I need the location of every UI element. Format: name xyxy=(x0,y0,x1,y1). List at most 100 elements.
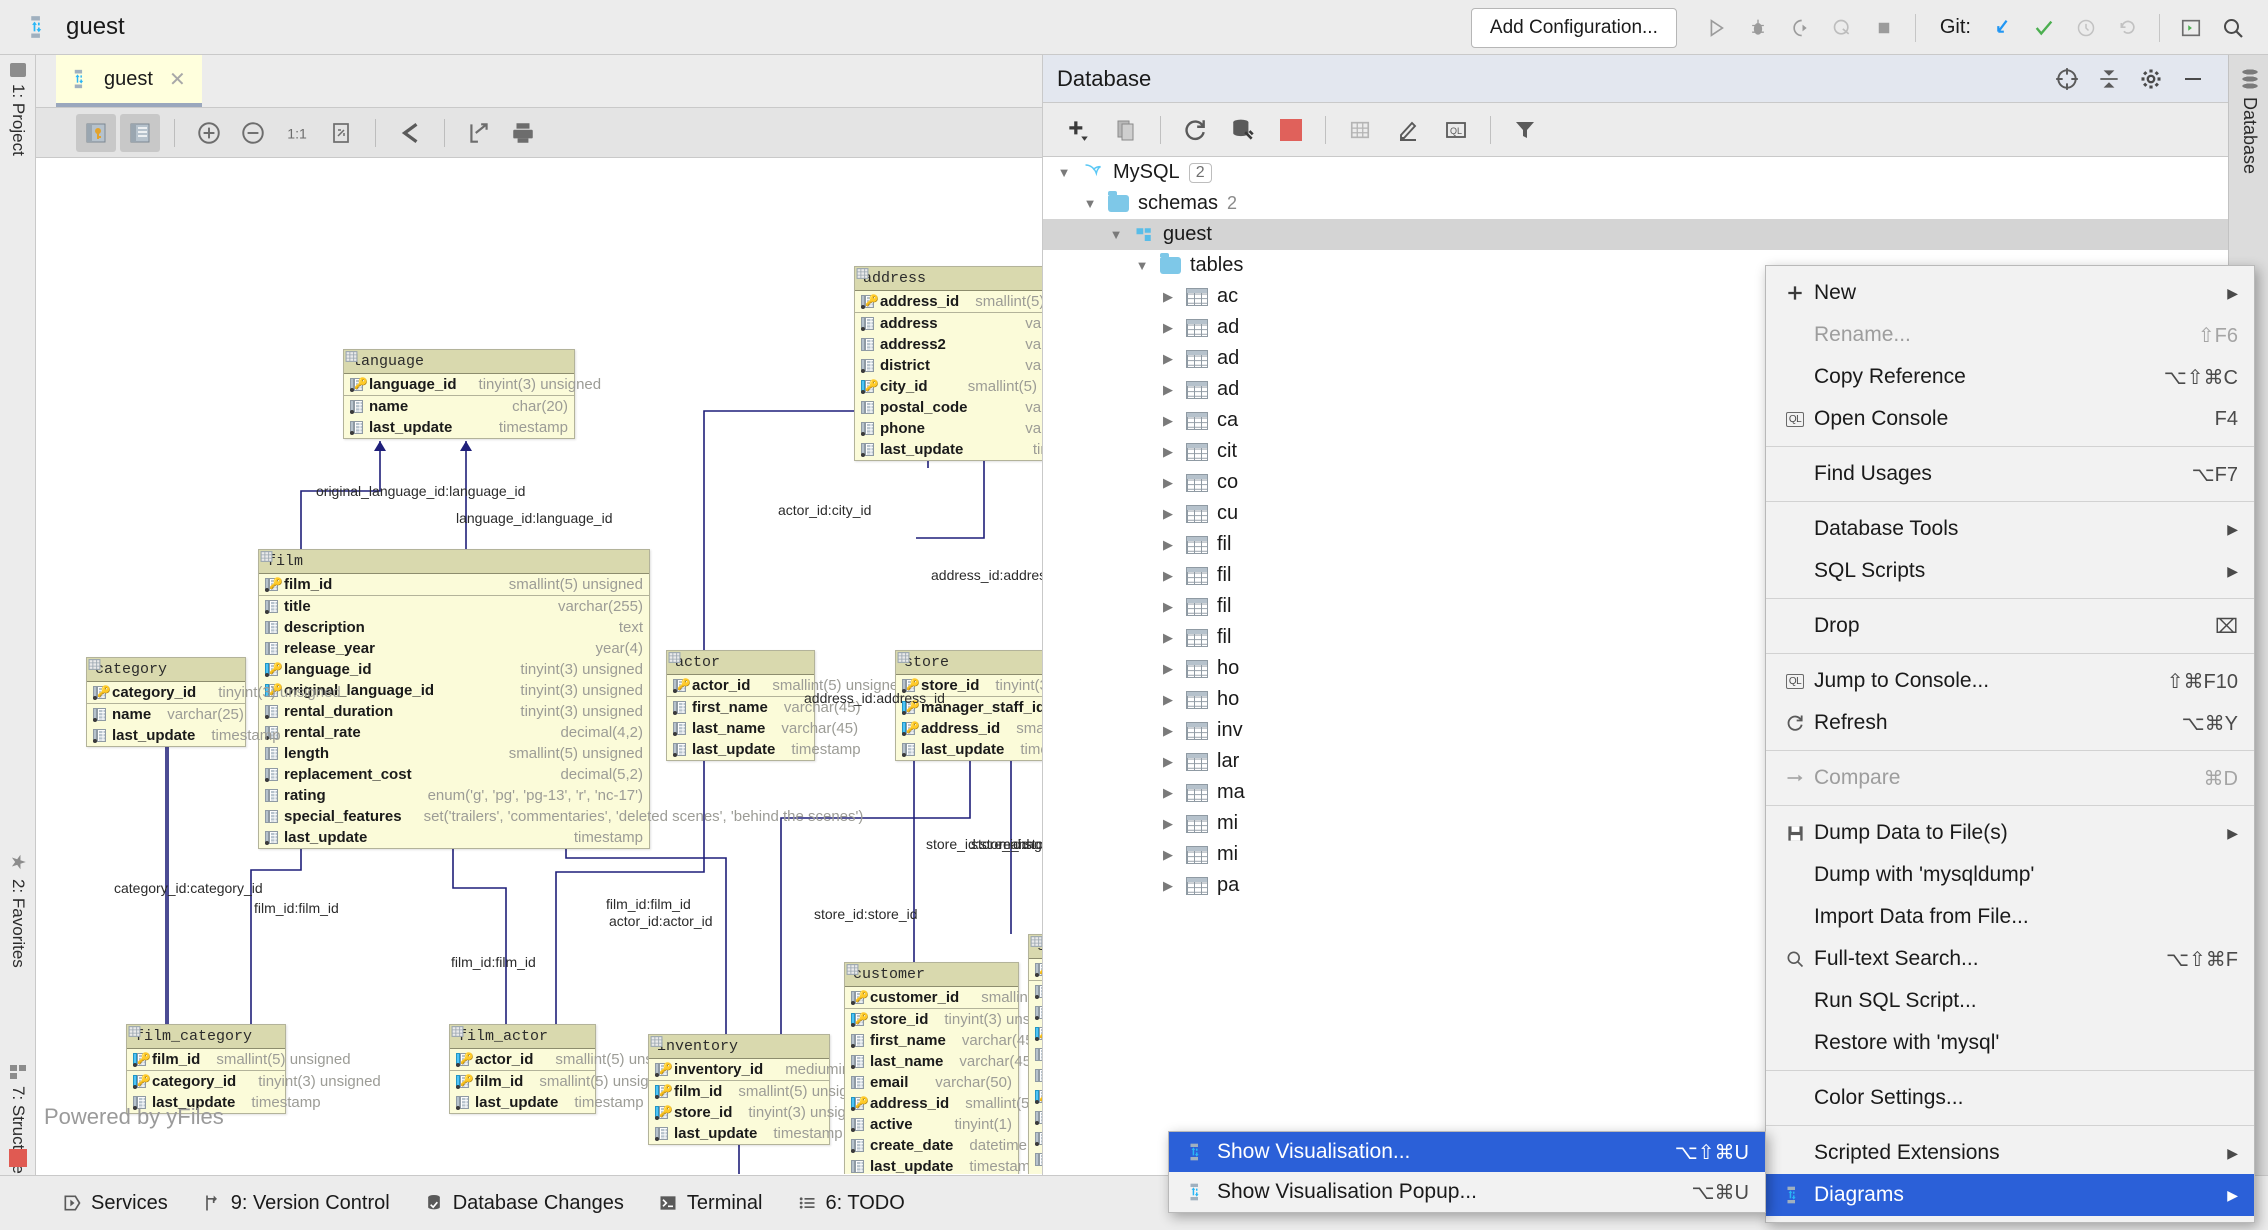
open-terminal-icon[interactable] xyxy=(2170,7,2212,49)
twisty-icon[interactable]: ▶ xyxy=(1159,599,1177,615)
er-column-row[interactable]: phone varchar(20) xyxy=(855,418,1042,439)
twisty-icon[interactable]: ▼ xyxy=(1133,258,1151,273)
menu-item-drop[interactable]: Drop ⌧ xyxy=(1766,605,2254,647)
er-column-row[interactable]: last_update timestamp xyxy=(649,1123,843,1144)
sidebar-item-database[interactable]: Database xyxy=(2239,69,2260,174)
er-column-row[interactable]: last_name varchar(45) xyxy=(667,718,858,739)
er-column-row[interactable]: description text xyxy=(259,617,649,638)
sidebar-item-project[interactable]: 1: Project xyxy=(0,63,36,156)
menu-item-find-usages[interactable]: Find Usages ⌥F7 xyxy=(1766,453,2254,495)
status-item-version-control[interactable]: 9: Version Control xyxy=(202,1192,390,1215)
status-item-database-changes[interactable]: Database Changes xyxy=(424,1192,624,1215)
debug-icon[interactable] xyxy=(1737,7,1779,49)
er-column-row[interactable]: 🔑store_idtinyint(3) unsigned xyxy=(845,1009,1042,1030)
sidebar-item-favorites[interactable]: ★ 2: Favorites xyxy=(0,850,36,968)
menu-item-full-text-search[interactable]: Full-text Search... ⌥⇧⌘F xyxy=(1766,938,2254,980)
er-column-row[interactable]: last_update timestamp xyxy=(87,725,281,746)
er-column-row[interactable]: email varchar(50) xyxy=(845,1072,1018,1093)
er-column-row[interactable]: address2 varchar(50) xyxy=(855,334,1042,355)
er-column-row[interactable]: rating enum('g', 'pg', 'pg-13', 'r', 'nc-… xyxy=(259,785,649,806)
er-column-row[interactable]: 🔑sta xyxy=(1029,959,1042,981)
er-column-row[interactable]: postal_code varchar(10) xyxy=(855,397,1042,418)
er-table-film_actor[interactable]: film_actor 🔑 actor_id smallint(5) unsigned 🔑… xyxy=(449,1024,690,1114)
er-column-row[interactable]: 🔑city_id smallint(5) unsigned xyxy=(855,376,1042,397)
gear-icon[interactable] xyxy=(2130,58,2172,100)
twisty-icon[interactable]: ▶ xyxy=(1159,537,1177,553)
twisty-icon[interactable]: ▶ xyxy=(1159,475,1177,491)
er-column-row[interactable]: 🔑address_idsmallint(5) unsigned xyxy=(845,1093,1042,1114)
er-column-row[interactable]: 🔑 actor_id smallint(5) unsigned xyxy=(667,675,907,697)
twisty-icon[interactable]: ▶ xyxy=(1159,661,1177,677)
er-column-row[interactable]: last_update timest xyxy=(896,739,1042,760)
er-column-row[interactable]: 🔑 film_id smallint(5) unsigned xyxy=(649,1081,873,1102)
er-column-row[interactable]: last_update timestamp xyxy=(259,827,649,848)
er-table-language[interactable]: language 🔑 language_id tinyint(3) unsigned n… xyxy=(343,349,601,439)
menu-item-refresh[interactable]: Refresh ⌥⌘Y xyxy=(1766,702,2254,744)
er-column-row[interactable]: special_features set('trailers', 'comment… xyxy=(259,806,863,827)
twisty-icon[interactable]: ▼ xyxy=(1081,196,1099,211)
twisty-icon[interactable]: ▶ xyxy=(1159,785,1177,801)
tree-node-MySQL[interactable]: ▼ MySQL 2 xyxy=(1043,157,2228,188)
er-column-row[interactable]: 🔑customer_idsmallint(5) unsigned xyxy=(845,987,1042,1009)
menu-item-dump-with-mysqldump[interactable]: Dump with 'mysqldump' xyxy=(1766,854,2254,896)
er-column-row[interactable]: 🔑 film_id smallint(5) unsigned xyxy=(127,1049,351,1071)
git-commit-icon[interactable] xyxy=(2023,7,2065,49)
er-column-row[interactable]: use xyxy=(1029,1128,1042,1149)
run-with-coverage-icon[interactable] xyxy=(1779,7,1821,49)
er-column-row[interactable]: 🔑 language_id tinyint(3) unsigned xyxy=(344,374,601,396)
print-diagram-button[interactable] xyxy=(503,114,543,152)
er-table-actor[interactable]: actor 🔑 actor_id smallint(5) unsigned first_… xyxy=(666,650,907,761)
er-column-row[interactable]: 🔑store_idtinyint(3) unsigned xyxy=(649,1102,871,1123)
er-column-row[interactable]: act xyxy=(1029,1107,1042,1128)
twisty-icon[interactable]: ▼ xyxy=(1107,227,1125,242)
stop-icon[interactable] xyxy=(1863,7,1905,49)
status-item-services[interactable]: Services xyxy=(62,1192,168,1215)
twisty-icon[interactable]: ▶ xyxy=(1159,506,1177,522)
menu-item-run-sql-script[interactable]: Run SQL Script... xyxy=(1766,980,2254,1022)
twisty-icon[interactable]: ▶ xyxy=(1159,320,1177,336)
actual-size-button[interactable]: 1:1 xyxy=(277,114,317,152)
twisty-icon[interactable]: ▶ xyxy=(1159,878,1177,894)
er-column-row[interactable]: 🔑sto xyxy=(1029,1086,1042,1107)
er-column-row[interactable]: 🔑 category_id tinyint(3) unsigned xyxy=(127,1071,381,1092)
menu-item-diagrams[interactable]: Diagrams ▶ xyxy=(1766,1174,2254,1216)
stop-square-icon[interactable] xyxy=(1268,108,1314,152)
er-column-row[interactable]: active tinyint(1) xyxy=(845,1114,1018,1135)
refresh-icon[interactable] xyxy=(1172,108,1218,152)
pencil-icon[interactable] xyxy=(1385,108,1431,152)
copy-icon[interactable] xyxy=(1103,108,1149,152)
er-column-row[interactable]: 🔑address_idsmallint(5) unsigned xyxy=(855,291,1042,313)
twisty-icon[interactable]: ▶ xyxy=(1159,382,1177,398)
zoom-out-button[interactable] xyxy=(233,114,273,152)
crosshair-icon[interactable] xyxy=(2046,58,2088,100)
er-column-row[interactable]: rental_duration tinyint(3) unsigned xyxy=(259,701,649,722)
add-datasource-button[interactable] xyxy=(1055,108,1101,152)
er-column-row[interactable]: name char(20) xyxy=(344,396,574,417)
twisty-icon[interactable]: ▼ xyxy=(1055,165,1073,180)
search-everywhere-icon[interactable] xyxy=(2212,7,2254,49)
toggle-all-columns-button[interactable] xyxy=(120,113,160,152)
er-diagram-canvas[interactable]: language 🔑 language_id tinyint(3) unsigned n… xyxy=(36,158,1042,1174)
run-icon[interactable] xyxy=(1695,7,1737,49)
er-column-row[interactable]: length smallint(5) unsigned xyxy=(259,743,649,764)
zoom-in-button[interactable] xyxy=(189,114,229,152)
er-table-customer[interactable]: customer 🔑customer_idsmallint(5) unsigned… xyxy=(844,962,1042,1174)
er-column-row[interactable]: release_year year(4) xyxy=(259,638,649,659)
menu-item-sql-scripts[interactable]: SQL Scripts ▶ xyxy=(1766,550,2254,592)
status-item-terminal[interactable]: Terminal xyxy=(658,1192,763,1215)
er-column-row[interactable]: 🔑address_id smallint(5) unsig xyxy=(896,718,1042,739)
er-table-address[interactable]: address🔑address_idsmallint(5) unsignedad… xyxy=(854,266,1042,461)
er-column-row[interactable]: 🔑inventory_idmediumint(8) unsigned xyxy=(649,1059,938,1081)
menu-item-scripted-extensions[interactable]: Scripted Extensions ▶ xyxy=(1766,1132,2254,1174)
er-column-row[interactable]: 🔑 film_id smallint(5) unsigned xyxy=(450,1071,674,1092)
er-column-row[interactable]: las xyxy=(1029,1002,1042,1023)
er-column-row[interactable]: name varchar(25) xyxy=(87,704,245,725)
problems-indicator[interactable] xyxy=(9,1149,27,1167)
er-column-row[interactable]: last_name varchar(45) xyxy=(845,1051,1036,1072)
fit-content-button[interactable] xyxy=(321,114,361,152)
er-column-row[interactable]: em xyxy=(1029,1065,1042,1086)
twisty-icon[interactable]: ▶ xyxy=(1159,723,1177,739)
er-column-row[interactable]: las xyxy=(1029,1170,1042,1174)
er-table-sta[interactable]: sta🔑stafirslas🔑addpicem🔑stoactusepaslas xyxy=(1028,934,1042,1174)
menu-item-jump-to-console[interactable]: QL Jump to Console... ⇧⌘F10 xyxy=(1766,660,2254,702)
